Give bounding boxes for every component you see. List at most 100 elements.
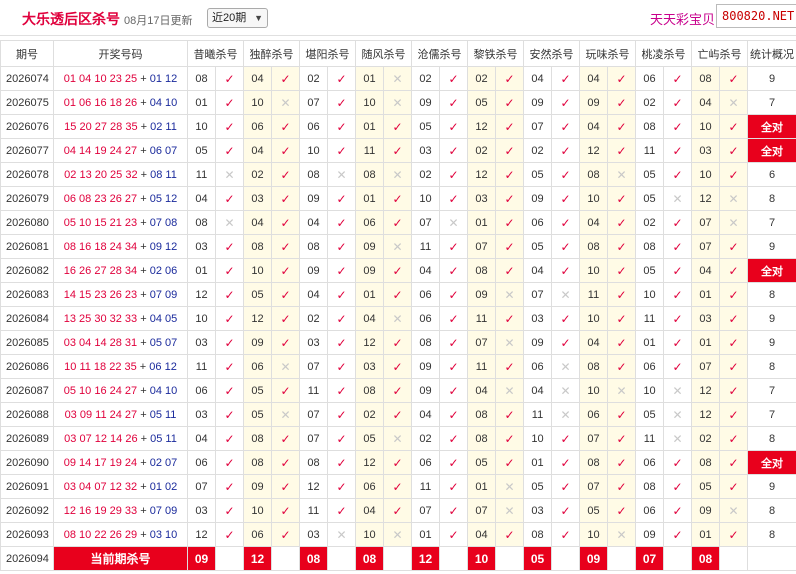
check-icon: ✓ xyxy=(327,210,356,235)
kill-number: 05 xyxy=(635,186,664,211)
period-select[interactable]: 近20期 ▼ xyxy=(207,8,268,28)
kill-number: 05 xyxy=(523,162,552,187)
kill-number: 10 xyxy=(691,162,720,187)
check-icon: ✓ xyxy=(439,474,468,499)
cross-icon: ✕ xyxy=(383,306,412,331)
kill-number: 05 xyxy=(635,258,664,283)
kill-number: 09 xyxy=(243,474,272,499)
current-kill-number: 09 xyxy=(187,546,216,571)
site-logo[interactable]: 800820.NET xyxy=(716,4,796,28)
kill-number: 02 xyxy=(299,66,328,91)
check-icon: ✓ xyxy=(607,258,636,283)
back-numbers: 01 02 xyxy=(149,480,178,493)
kill-number: 04 xyxy=(243,66,272,91)
plus-sign: + xyxy=(137,144,150,157)
kill-number: 03 xyxy=(467,186,496,211)
kill-number: 10 xyxy=(579,378,608,403)
kill-number: 05 xyxy=(187,138,216,163)
kill-number: 04 xyxy=(299,282,328,307)
kill-number: 11 xyxy=(299,378,328,403)
chevron-down-icon: ▼ xyxy=(254,13,263,23)
kill-number: 09 xyxy=(635,522,664,547)
stat-count: 9 xyxy=(747,66,796,91)
plus-sign: + xyxy=(137,504,150,517)
front-numbers: 03 09 11 24 27 xyxy=(64,408,138,421)
empty-cell xyxy=(327,546,356,571)
issue-number: 2026082 xyxy=(0,258,54,283)
check-icon: ✓ xyxy=(663,474,692,499)
kill-number: 10 xyxy=(579,258,608,283)
column-header: 统计概况 xyxy=(747,40,796,67)
kill-number: 02 xyxy=(299,306,328,331)
kill-number: 01 xyxy=(467,474,496,499)
check-icon: ✓ xyxy=(383,138,412,163)
kill-number: 10 xyxy=(187,306,216,331)
kill-number: 01 xyxy=(411,522,440,547)
check-icon: ✓ xyxy=(439,162,468,187)
column-header: 桃凌杀号 xyxy=(635,40,692,67)
kill-number: 07 xyxy=(411,210,440,235)
current-kill-number: 08 xyxy=(691,546,720,571)
kill-number: 03 xyxy=(691,306,720,331)
check-icon: ✓ xyxy=(215,234,244,259)
table-row: 2026087 05 10 16 24 27 + 04 10 06 ✓ 05 ✓ 11 ✓ 08… xyxy=(0,378,796,403)
check-icon: ✓ xyxy=(495,522,524,547)
back-numbers: 05 11 xyxy=(150,432,177,445)
stat-count: 8 xyxy=(747,186,796,211)
kill-number: 11 xyxy=(523,402,552,427)
kill-number: 11 xyxy=(635,306,664,331)
kill-number: 10 xyxy=(691,114,720,139)
plus-sign: + xyxy=(137,192,150,205)
check-icon: ✓ xyxy=(495,210,524,235)
check-icon: ✓ xyxy=(495,234,524,259)
check-icon: ✓ xyxy=(383,474,412,499)
current-kill-number: 05 xyxy=(523,546,552,571)
kill-number: 11 xyxy=(635,426,664,451)
check-icon: ✓ xyxy=(607,474,636,499)
kill-number: 11 xyxy=(187,162,216,187)
check-icon: ✓ xyxy=(607,66,636,91)
check-icon: ✓ xyxy=(551,90,580,115)
back-numbers: 05 12 xyxy=(149,192,178,205)
kill-number: 11 xyxy=(411,474,440,499)
kill-number: 12 xyxy=(187,282,216,307)
check-icon: ✓ xyxy=(439,186,468,211)
check-icon: ✓ xyxy=(327,234,356,259)
check-icon: ✓ xyxy=(327,258,356,283)
table-row: 2026085 03 04 14 28 31 + 05 07 03 ✓ 09 ✓ 03 ✓ 12… xyxy=(0,330,796,355)
kill-number: 09 xyxy=(355,258,384,283)
kill-number: 04 xyxy=(243,210,272,235)
kill-number: 08 xyxy=(523,522,552,547)
kill-number: 08 xyxy=(579,450,608,475)
all-correct-badge: 全对 xyxy=(747,138,796,163)
kill-number: 06 xyxy=(243,354,272,379)
plus-sign: + xyxy=(137,312,150,325)
cross-icon: ✕ xyxy=(663,378,692,403)
kill-number: 05 xyxy=(691,474,720,499)
kill-number: 06 xyxy=(579,402,608,427)
column-header: 昔曦杀号 xyxy=(187,40,244,67)
draw-numbers: 16 26 27 28 34 + 02 06 xyxy=(53,258,188,283)
plus-sign: + xyxy=(137,216,150,229)
cross-icon: ✕ xyxy=(495,498,524,523)
empty-cell xyxy=(439,546,468,571)
check-icon: ✓ xyxy=(327,450,356,475)
kill-number: 06 xyxy=(187,450,216,475)
cross-icon: ✕ xyxy=(383,426,412,451)
kill-number: 12 xyxy=(691,186,720,211)
back-numbers: 05 07 xyxy=(149,336,178,349)
check-icon: ✓ xyxy=(327,138,356,163)
check-icon: ✓ xyxy=(439,450,468,475)
plus-sign: + xyxy=(137,408,150,421)
check-icon: ✓ xyxy=(327,282,356,307)
table-row: 2026086 10 11 18 22 35 + 06 12 11 ✓ 06 ✕ 07 ✓ 03… xyxy=(0,354,796,379)
back-numbers: 05 11 xyxy=(149,408,177,421)
cross-icon: ✕ xyxy=(271,402,300,427)
check-icon: ✓ xyxy=(719,330,748,355)
back-numbers: 04 10 xyxy=(149,96,178,109)
kill-number: 12 xyxy=(299,474,328,499)
kill-number: 07 xyxy=(467,234,496,259)
draw-numbers: 01 04 10 23 25 + 01 12 xyxy=(53,66,188,91)
kill-number: 05 xyxy=(243,402,272,427)
front-numbers: 16 26 27 28 34 xyxy=(63,264,138,277)
